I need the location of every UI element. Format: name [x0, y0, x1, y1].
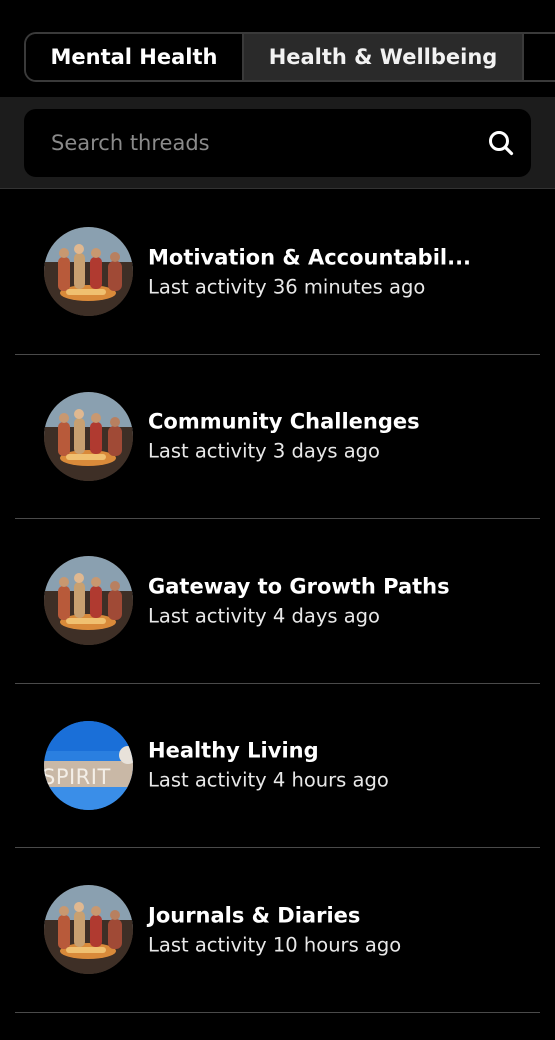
thread-last-activity: Last activity 4 days ago: [148, 604, 380, 628]
thread-avatar: [44, 391, 133, 481]
thread-text: Motivation & Accountabil... Last activit…: [148, 245, 471, 298]
list-item[interactable]: SPIRIT Healthy Living Last activity 4 ho…: [15, 684, 540, 848]
list-item[interactable]: Gateway to Growth Paths Last activity 4 …: [15, 519, 540, 684]
thread-text: Journals & Diaries Last activity 10 hour…: [148, 903, 401, 956]
thread-last-activity: Last activity 10 hours ago: [148, 933, 402, 957]
search-icon[interactable]: [471, 109, 531, 177]
thread-title: Motivation & Accountabil...: [148, 245, 472, 270]
thread-last-activity: Last activity 36 minutes ago: [148, 275, 426, 299]
list-item[interactable]: Motivation & Accountabil... Last activit…: [15, 190, 540, 355]
tab-health-wellbeing[interactable]: Health & Wellbeing: [244, 34, 524, 80]
thread-title: Journals & Diaries: [148, 903, 361, 928]
tab-group: Mental Health Health & Wellbeing: [24, 32, 555, 82]
search-input[interactable]: [24, 109, 471, 177]
thread-avatar: SPIRIT: [44, 720, 133, 810]
tab-bar: Mental Health Health & Wellbeing: [0, 0, 555, 97]
thread-last-activity: Last activity 3 days ago: [148, 439, 380, 463]
thread-last-activity: Last activity 4 hours ago: [148, 768, 389, 792]
thread-avatar: [44, 227, 133, 317]
thread-avatar: [44, 556, 133, 646]
thread-title: Community Challenges: [148, 409, 420, 434]
avatar-sign-text: SPIRIT: [44, 765, 111, 789]
thread-text: Healthy Living Last activity 4 hours ago: [148, 739, 389, 792]
threads-screen: Mental Health Health & Wellbeing Search …: [0, 0, 555, 1040]
thread-text: Gateway to Growth Paths Last activity 4 …: [148, 574, 450, 627]
thread-avatar: [44, 885, 133, 975]
thread-list: Motivation & Accountabil... Last activit…: [0, 190, 555, 1013]
tab-overflow[interactable]: [524, 34, 555, 80]
thread-title: Gateway to Growth Paths: [148, 574, 450, 599]
list-item[interactable]: Community Challenges Last activity 3 day…: [15, 355, 540, 519]
tab-mental-health[interactable]: Mental Health: [26, 34, 244, 80]
search-box: [24, 109, 531, 177]
search-section: [0, 97, 555, 189]
list-item[interactable]: Journals & Diaries Last activity 10 hour…: [15, 848, 540, 1013]
thread-title: Healthy Living: [148, 738, 319, 763]
thread-text: Community Challenges Last activity 3 day…: [148, 410, 420, 463]
